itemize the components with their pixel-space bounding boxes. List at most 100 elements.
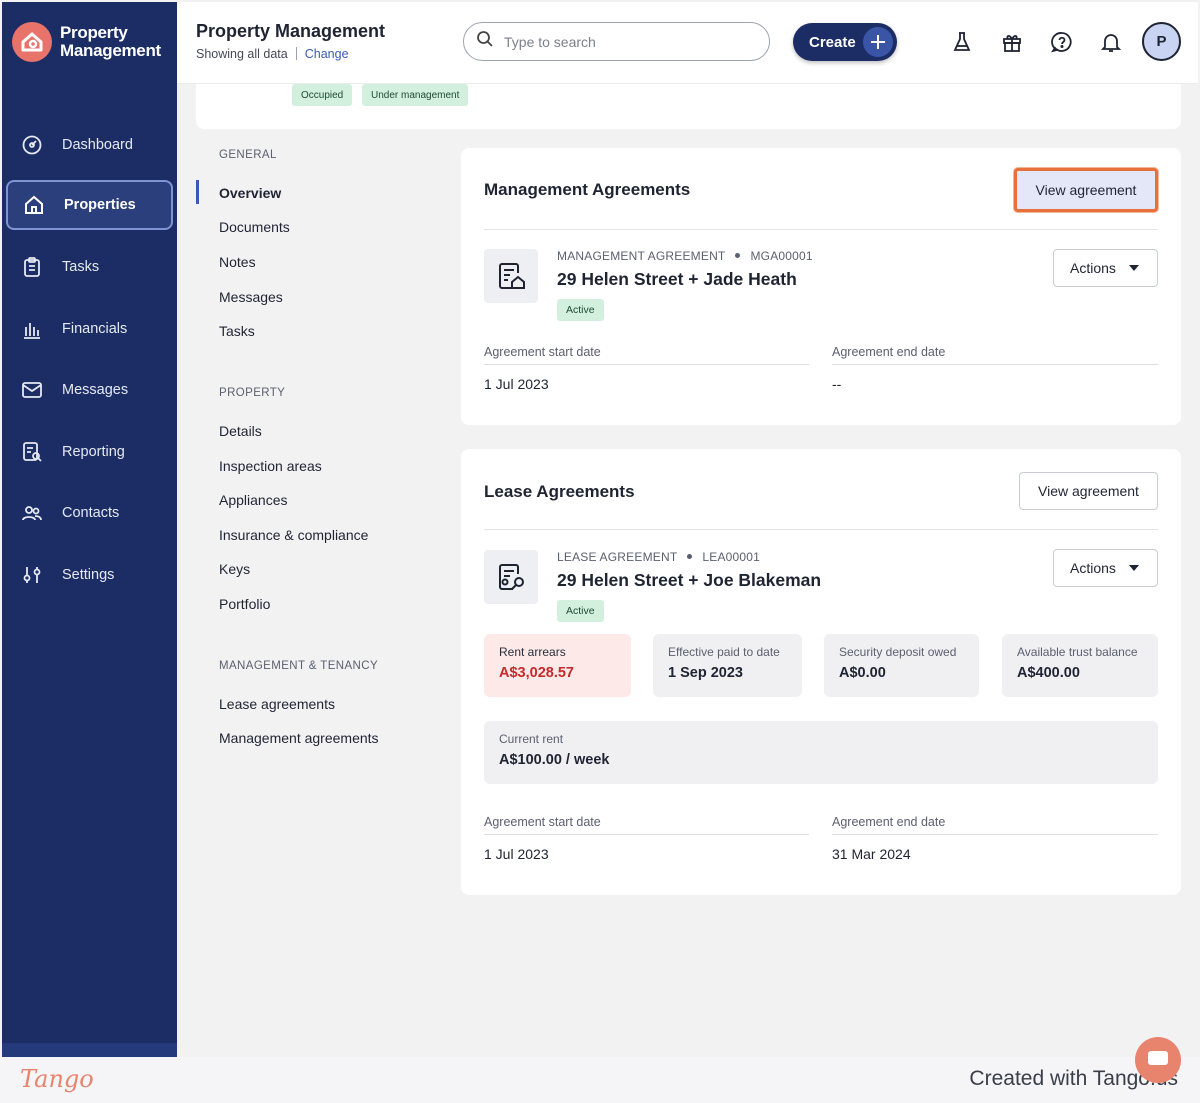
help-icon[interactable]	[1050, 30, 1074, 54]
subnav-item-details[interactable]: Details	[219, 423, 262, 439]
change-scope-link[interactable]: Change	[305, 47, 349, 61]
agreement-kicker: MANAGEMENT AGREEMENT MGA00001	[557, 249, 813, 263]
sidebar: Property Management Dashboard Properties…	[2, 2, 177, 1057]
sidebar-item-contacts[interactable]: Contacts	[6, 488, 173, 538]
gift-icon[interactable]	[1000, 30, 1024, 54]
agreement-id: LEA00001	[702, 550, 761, 564]
subnav-heading-management: MANAGEMENT & TENANCY	[219, 660, 379, 672]
stat-label: Current rent	[499, 732, 564, 746]
sidebar-bottom-strip	[2, 1043, 177, 1057]
sidebar-item-settings[interactable]: Settings	[6, 550, 173, 600]
brand-name: Property Management	[60, 24, 161, 60]
sidebar-item-label: Dashboard	[62, 137, 133, 153]
field-label: Agreement end date	[832, 345, 946, 359]
subnav-item-insurance[interactable]: Insurance & compliance	[219, 527, 368, 543]
agreement-title: 29 Helen Street + Jade Heath	[557, 269, 797, 289]
divider	[484, 529, 1158, 530]
flask-icon[interactable]	[950, 30, 974, 54]
dot-separator	[735, 253, 741, 258]
bell-icon[interactable]	[1099, 30, 1123, 54]
view-lease-agreement-button[interactable]: View agreement	[1019, 472, 1158, 510]
sidebar-item-messages[interactable]: Messages	[6, 365, 173, 415]
sidebar-item-tasks[interactable]: Tasks	[6, 242, 173, 292]
topbar: Property Management Showing all data Chan…	[177, 2, 1198, 84]
avatar[interactable]: P	[1142, 22, 1181, 61]
subnav-item-inspection-areas[interactable]: Inspection areas	[219, 458, 322, 474]
caret-down-icon	[1129, 565, 1139, 571]
sidebar-item-label: Financials	[62, 321, 128, 337]
sidebar-item-label: Settings	[62, 567, 115, 583]
create-button[interactable]: Create	[793, 23, 897, 61]
agreement-id: MGA00001	[750, 249, 813, 263]
brand-line-1: Property	[60, 23, 128, 42]
field-label: Agreement start date	[484, 345, 601, 359]
dashboard-icon	[20, 133, 44, 157]
sliders-icon	[20, 563, 44, 587]
card-title: Management Agreements	[484, 180, 691, 199]
subnav-item-overview[interactable]: Overview	[219, 185, 281, 201]
start-date-value: 1 Jul 2023	[484, 846, 549, 862]
sidebar-item-financials[interactable]: Financials	[6, 304, 173, 354]
report-icon	[20, 440, 44, 464]
stat-label: Rent arrears	[499, 645, 566, 659]
caret-down-icon	[1129, 265, 1139, 271]
paid-to-date-stat: Effective paid to date 1 Sep 2023	[653, 634, 802, 697]
chat-widget-icon[interactable]	[1135, 1037, 1181, 1083]
actions-dropdown[interactable]: Actions	[1053, 549, 1158, 587]
field-label: Agreement start date	[484, 815, 601, 829]
start-date-value: 1 Jul 2023	[484, 376, 549, 392]
rent-arrears-stat: Rent arrears A$3,028.57	[484, 634, 631, 697]
divider	[832, 834, 1158, 835]
sidebar-item-reporting[interactable]: Reporting	[6, 427, 173, 477]
subnav-item-lease-agreements[interactable]: Lease agreements	[219, 696, 335, 712]
trust-balance-stat: Available trust balance A$400.00	[1002, 634, 1158, 697]
brand-line-2: Management	[60, 41, 161, 60]
divider	[832, 364, 1158, 365]
view-management-agreement-button[interactable]: View agreement	[1014, 168, 1158, 212]
home-icon	[22, 193, 46, 217]
search-input[interactable]	[504, 33, 744, 50]
subnav-item-tasks[interactable]: Tasks	[219, 323, 255, 339]
subnav-item-keys[interactable]: Keys	[219, 561, 250, 577]
divider	[484, 364, 809, 365]
subnav-item-management-agreements[interactable]: Management agreements	[219, 730, 379, 746]
end-date-value: --	[832, 376, 842, 392]
page-title: Property Management	[196, 21, 386, 41]
stat-label: Effective paid to date	[668, 645, 780, 659]
plus-icon	[863, 27, 893, 57]
subnav-heading-general: GENERAL	[219, 149, 277, 161]
subnav-item-notes[interactable]: Notes	[219, 254, 256, 270]
end-date-value: 31 Mar 2024	[832, 846, 911, 862]
tango-footer: Tango Created with Tango.us	[0, 1057, 1200, 1103]
actions-dropdown[interactable]: Actions	[1053, 249, 1158, 287]
subnav-item-documents[interactable]: Documents	[219, 219, 290, 235]
sidebar-item-label: Tasks	[62, 259, 100, 275]
sidebar-item-properties[interactable]: Properties	[6, 180, 173, 230]
sidebar-item-label: Properties	[64, 197, 136, 213]
agreement-type: LEASE AGREEMENT	[557, 550, 678, 564]
status-tag: Occupied	[292, 84, 353, 106]
search-icon	[476, 30, 494, 53]
sidebar-item-label: Messages	[62, 382, 129, 398]
card-title: Lease Agreements	[484, 482, 635, 501]
subnav-heading-property: PROPERTY	[219, 387, 286, 399]
subnav-item-portfolio[interactable]: Portfolio	[219, 596, 270, 612]
status-tag: Under management	[362, 84, 469, 106]
mail-icon	[20, 378, 44, 402]
search-box[interactable]	[463, 22, 770, 61]
security-deposit-stat: Security deposit owed A$0.00	[824, 634, 979, 697]
actions-label: Actions	[1070, 260, 1116, 276]
brand[interactable]: Property Management	[12, 22, 161, 62]
sidebar-item-dashboard[interactable]: Dashboard	[6, 120, 173, 170]
agreement-title: 29 Helen Street + Joe Blakeman	[557, 570, 822, 590]
document-key-icon	[484, 550, 538, 604]
status-badge: Active	[557, 600, 604, 622]
lease-agreements-card: Lease Agreements View agreement LEASE AG…	[461, 449, 1181, 895]
status-badge: Active	[557, 299, 604, 321]
tango-logo: Tango	[20, 1065, 94, 1093]
divider	[484, 834, 809, 835]
agreement-kicker: LEASE AGREEMENT LEA00001	[557, 550, 760, 564]
subnav-item-messages[interactable]: Messages	[219, 289, 283, 305]
subnav-item-appliances[interactable]: Appliances	[219, 492, 288, 508]
data-scope-text: Showing all data	[196, 47, 288, 61]
